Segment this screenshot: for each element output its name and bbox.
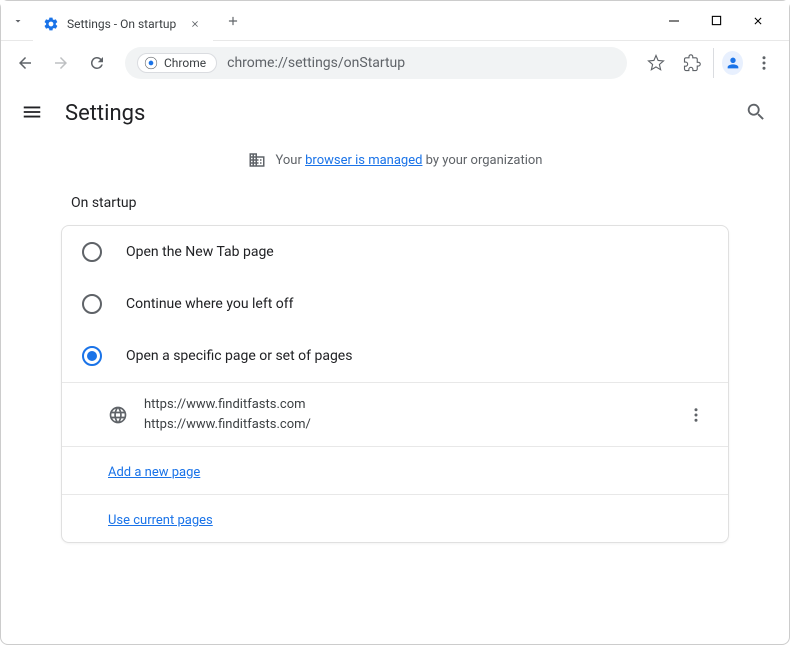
radio-icon [82, 294, 102, 314]
page-url-info: https://www.finditfasts.com https://www.… [144, 395, 668, 434]
new-tab-button[interactable] [219, 7, 247, 35]
startup-card: Open the New Tab page Continue where you… [61, 225, 729, 543]
tab-title: Settings - On startup [67, 17, 179, 31]
search-icon [745, 101, 767, 123]
profile-button[interactable] [713, 48, 743, 78]
managed-text: Your browser is managed by your organiza… [276, 153, 543, 168]
page-full-url: https://www.finditfasts.com/ [144, 415, 668, 435]
toolbar-actions [641, 48, 779, 78]
tabs-dropdown-button[interactable] [9, 12, 27, 30]
page-more-button[interactable] [684, 403, 708, 427]
site-chip[interactable]: Chrome [137, 53, 217, 73]
browser-tab[interactable]: Settings - On startup [33, 7, 213, 41]
radio-new-tab[interactable]: Open the New Tab page [62, 226, 728, 278]
section-title: On startup [71, 195, 729, 211]
back-button[interactable] [11, 49, 39, 77]
add-page-link[interactable]: Add a new page [108, 465, 200, 480]
chrome-icon [144, 56, 158, 70]
globe-icon [108, 405, 128, 425]
radio-icon-selected [82, 346, 102, 366]
managed-link[interactable]: browser is managed [305, 153, 422, 168]
menu-icon[interactable] [21, 101, 45, 125]
url-text: chrome://settings/onStartup [227, 55, 405, 71]
reload-button[interactable] [83, 49, 111, 77]
building-icon [248, 151, 266, 169]
add-page-row: Add a new page [62, 447, 728, 495]
close-icon[interactable] [187, 16, 203, 32]
radio-label: Open the New Tab page [126, 244, 274, 260]
dots-vertical-icon [687, 406, 705, 424]
window-controls [659, 6, 789, 36]
settings-header: Settings [1, 85, 789, 141]
startup-page-row: https://www.finditfasts.com https://www.… [62, 382, 728, 447]
use-current-link[interactable]: Use current pages [108, 513, 213, 528]
chip-label: Chrome [164, 56, 206, 70]
bookmark-button[interactable] [641, 48, 671, 78]
maximize-button[interactable] [701, 6, 731, 36]
radio-label: Open a specific page or set of pages [126, 348, 352, 364]
address-bar[interactable]: Chrome chrome://settings/onStartup [125, 47, 627, 79]
star-icon [647, 54, 665, 72]
menu-button[interactable] [749, 48, 779, 78]
radio-specific-pages[interactable]: Open a specific page or set of pages [62, 330, 728, 382]
dots-vertical-icon [755, 54, 773, 72]
use-current-row: Use current pages [62, 495, 728, 542]
radio-continue[interactable]: Continue where you left off [62, 278, 728, 330]
page-display-name: https://www.finditfasts.com [144, 395, 668, 415]
settings-content: On startup Open the New Tab page Continu… [1, 195, 789, 543]
radio-icon [82, 242, 102, 262]
forward-button[interactable] [47, 49, 75, 77]
radio-label: Continue where you left off [126, 296, 294, 312]
extensions-button[interactable] [677, 48, 707, 78]
puzzle-icon [683, 54, 701, 72]
minimize-button[interactable] [659, 6, 689, 36]
avatar-icon [722, 51, 743, 75]
titlebar-left: Settings - On startup [9, 1, 659, 41]
gear-icon [43, 16, 59, 32]
page-title: Settings [65, 101, 725, 126]
close-window-button[interactable] [743, 6, 773, 36]
browser-toolbar: Chrome chrome://settings/onStartup [1, 41, 789, 85]
managed-banner: Your browser is managed by your organiza… [1, 141, 789, 179]
search-button[interactable] [745, 101, 769, 125]
window-titlebar: Settings - On startup [1, 1, 789, 41]
